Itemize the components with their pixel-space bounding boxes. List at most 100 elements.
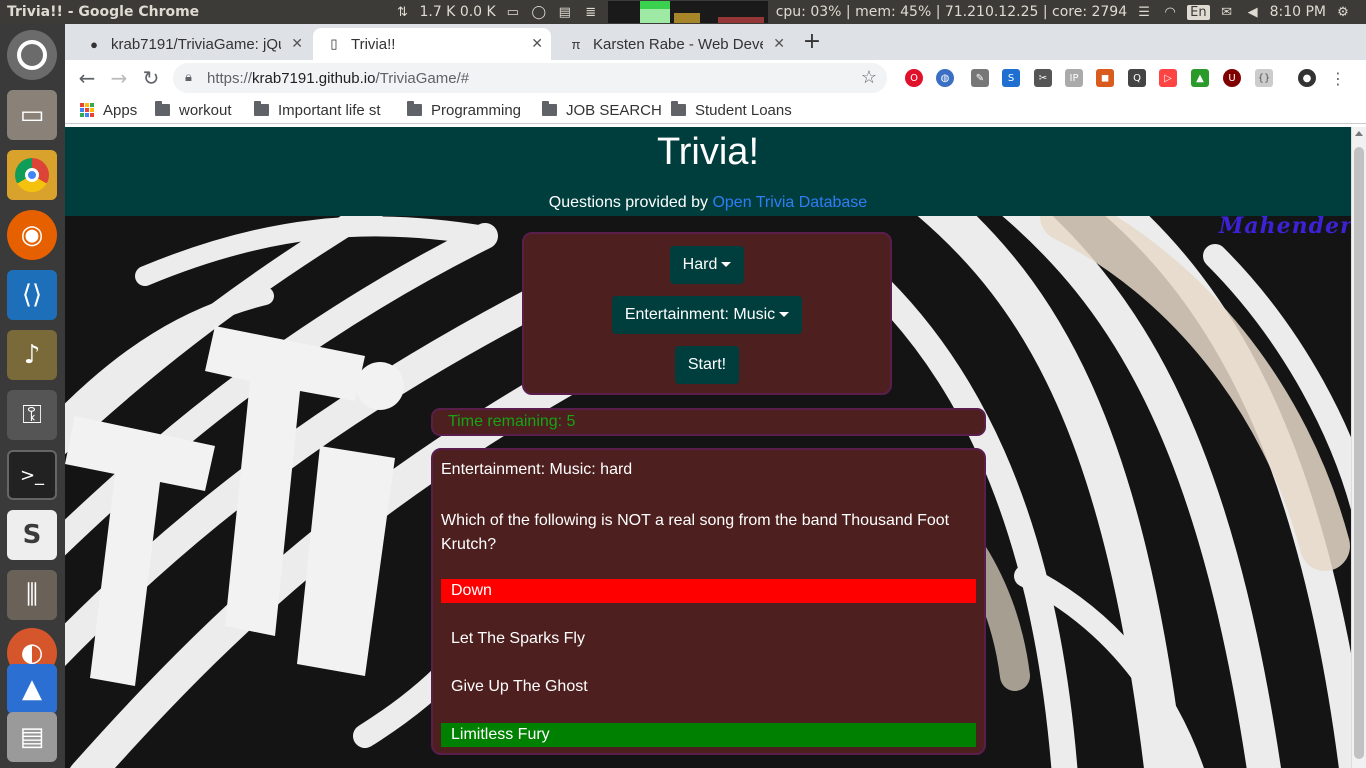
opera-extension-icon[interactable]: O	[905, 69, 923, 87]
orange-extension-icon[interactable]: ◼	[1096, 69, 1114, 87]
answer-option[interactable]: Limitless Fury	[441, 723, 976, 747]
menu-kebab-icon[interactable]: ⋮	[1329, 69, 1347, 88]
folder-icon	[407, 101, 422, 116]
reload-icon[interactable]: ↻	[138, 65, 164, 91]
q-extension-icon[interactable]: Q	[1128, 69, 1146, 87]
mixer-icon[interactable]: ⫼	[7, 570, 57, 620]
caret-down-icon	[721, 262, 732, 268]
passwords-keys-icon[interactable]: ⚿	[7, 390, 57, 440]
lock-icon[interactable]: 🔒︎	[185, 69, 192, 85]
green-extension-icon[interactable]: ▲	[1191, 69, 1209, 87]
difficulty-label: Hard	[682, 256, 718, 273]
json-extension-icon[interactable]: {}	[1255, 69, 1273, 87]
trash-icon[interactable]: ▤	[7, 712, 57, 762]
close-tab-icon[interactable]: ✕	[291, 35, 303, 52]
page-header: Trivia! Questions provided by Open Trivi…	[65, 127, 1351, 216]
answer-option[interactable]: Down	[441, 579, 976, 603]
notes-icon[interactable]: ☰	[1135, 4, 1153, 20]
caret-down-icon	[779, 312, 790, 318]
firefox-icon[interactable]: ◉	[7, 210, 57, 260]
difficulty-dropdown[interactable]: Hard	[670, 246, 744, 284]
bookmark-label: JOB SEARCH	[566, 101, 662, 119]
folder-icon	[542, 101, 557, 116]
files-icon[interactable]: ▭	[7, 90, 57, 140]
tab-trivia[interactable]: ▯ Trivia!! ✕	[313, 28, 551, 60]
page-icon: ▯	[330, 36, 338, 51]
power-gear-icon[interactable]: ⚙	[1334, 4, 1352, 20]
page-scrollbar[interactable]	[1351, 127, 1366, 768]
bookmark-job-search[interactable]: JOB SEARCH	[542, 100, 662, 120]
url-path: /TriviaGame/#	[375, 69, 470, 87]
scroll-up-icon[interactable]	[1355, 131, 1363, 136]
question-panel: Entertainment: Music: hard Which of the …	[431, 448, 986, 755]
bookmark-student-loans[interactable]: Student Loans	[671, 100, 792, 120]
globe-extension-icon[interactable]: ◍	[936, 69, 954, 87]
tab-title: krab7191/TriviaGame: jQu	[111, 35, 281, 53]
github-icon: ●	[90, 36, 98, 52]
ubuntu-launcher: ▭ ◉ ⟨⟩ ♪ ⚿ >_ S ⫼ ◐ ▲ ▤	[0, 24, 65, 768]
pi-icon: π	[571, 36, 581, 52]
back-icon[interactable]: ←	[74, 65, 100, 91]
bookmark-apps[interactable]: Apps	[80, 100, 137, 120]
ubuntu-dash-icon[interactable]	[7, 30, 57, 80]
apps-grid-icon	[80, 103, 94, 117]
profile-avatar-icon[interactable]: ●	[1298, 69, 1316, 87]
bookmark-workout[interactable]: workout	[155, 100, 232, 120]
bookmark-label: Important life st	[278, 101, 381, 119]
ip-extension-icon[interactable]: IP	[1065, 69, 1083, 87]
time-remaining: Time remaining: 5	[448, 413, 576, 430]
slack-icon[interactable]: S	[7, 510, 57, 560]
keyboard-layout[interactable]: En	[1187, 4, 1210, 20]
answer-option[interactable]: Give Up The Ghost	[441, 675, 976, 699]
question-category: Entertainment: Music: hard	[441, 461, 633, 478]
vscode-icon[interactable]: ⟨⟩	[7, 270, 57, 320]
tab-karsten[interactable]: π Karsten Rabe - Web Devel ✕	[555, 28, 793, 60]
chrome-icon[interactable]	[7, 150, 57, 200]
bookmark-star-icon[interactable]: ☆	[861, 67, 877, 88]
url-host: krab7191.github.io	[252, 69, 376, 87]
new-tab-button[interactable]: +	[798, 31, 826, 55]
open-trivia-db-link[interactable]: Open Trivia Database	[712, 194, 867, 211]
s-extension-icon[interactable]: S	[1002, 69, 1020, 87]
window-title: Trivia!! - Google Chrome	[7, 4, 200, 20]
image-viewer-icon[interactable]: ▲	[7, 664, 57, 714]
bookmark-programming[interactable]: Programming	[407, 100, 521, 120]
answer-option[interactable]: Let The Sparks Fly	[441, 627, 976, 651]
drive-icon[interactable]: ▭	[504, 4, 522, 20]
category-label: Entertainment: Music	[624, 306, 776, 323]
chrome-window: ● krab7191/TriviaGame: jQu ✕ ▯ Trivia!! …	[65, 24, 1366, 768]
music-player-icon[interactable]: ♪	[7, 330, 57, 380]
close-tab-icon[interactable]: ✕	[773, 35, 785, 52]
timer-panel: Time remaining: 5	[431, 408, 986, 436]
lightbulb-icon[interactable]: ◯	[530, 4, 548, 20]
mail-icon[interactable]: ✉	[1218, 4, 1236, 20]
eyedropper-extension-icon[interactable]: ✎	[971, 69, 989, 87]
volume-icon[interactable]: ◀	[1244, 4, 1262, 20]
credits-line: Questions provided by Open Trivia Databa…	[65, 194, 1351, 212]
bookmark-important-life[interactable]: Important life st	[254, 100, 390, 120]
wifi-icon[interactable]: ◠	[1161, 4, 1179, 20]
bookmark-label: workout	[179, 101, 232, 119]
ublock-extension-icon[interactable]: U	[1223, 69, 1241, 87]
system-load-graph[interactable]	[607, 1, 768, 23]
tab-github[interactable]: ● krab7191/TriviaGame: jQu ✕	[73, 28, 311, 60]
terminal-icon[interactable]: >_	[7, 450, 57, 500]
bookmark-label: Student Loans	[695, 101, 792, 119]
list-icon[interactable]: ≣	[582, 4, 600, 20]
page-viewport: Trivia! Questions provided by Open Trivi…	[65, 127, 1351, 768]
scrollbar-thumb[interactable]	[1354, 147, 1364, 759]
start-button[interactable]: Start!	[675, 346, 739, 384]
address-bar[interactable]: 🔒︎ https://krab7191.github.io/TriviaGame…	[173, 63, 887, 93]
clock[interactable]: 8:10 PM	[1270, 4, 1326, 20]
game-controls-panel: Hard Entertainment: Music Start!	[522, 232, 892, 395]
network-arrows-icon: ⇅	[397, 4, 408, 20]
clipboard-icon[interactable]: ▤	[556, 4, 574, 20]
url-scheme: https://	[207, 69, 253, 87]
close-tab-icon[interactable]: ✕	[531, 35, 543, 52]
red-arrow-extension-icon[interactable]: ▷	[1159, 69, 1177, 87]
category-dropdown[interactable]: Entertainment: Music	[612, 296, 802, 334]
tool-extension-icon[interactable]: ✂	[1034, 69, 1052, 87]
forward-icon[interactable]: →	[106, 65, 132, 91]
system-info[interactable]: cpu: 03% | mem: 45% | 71.210.12.25 | cor…	[776, 4, 1127, 20]
tab-title: Trivia!!	[351, 35, 396, 53]
